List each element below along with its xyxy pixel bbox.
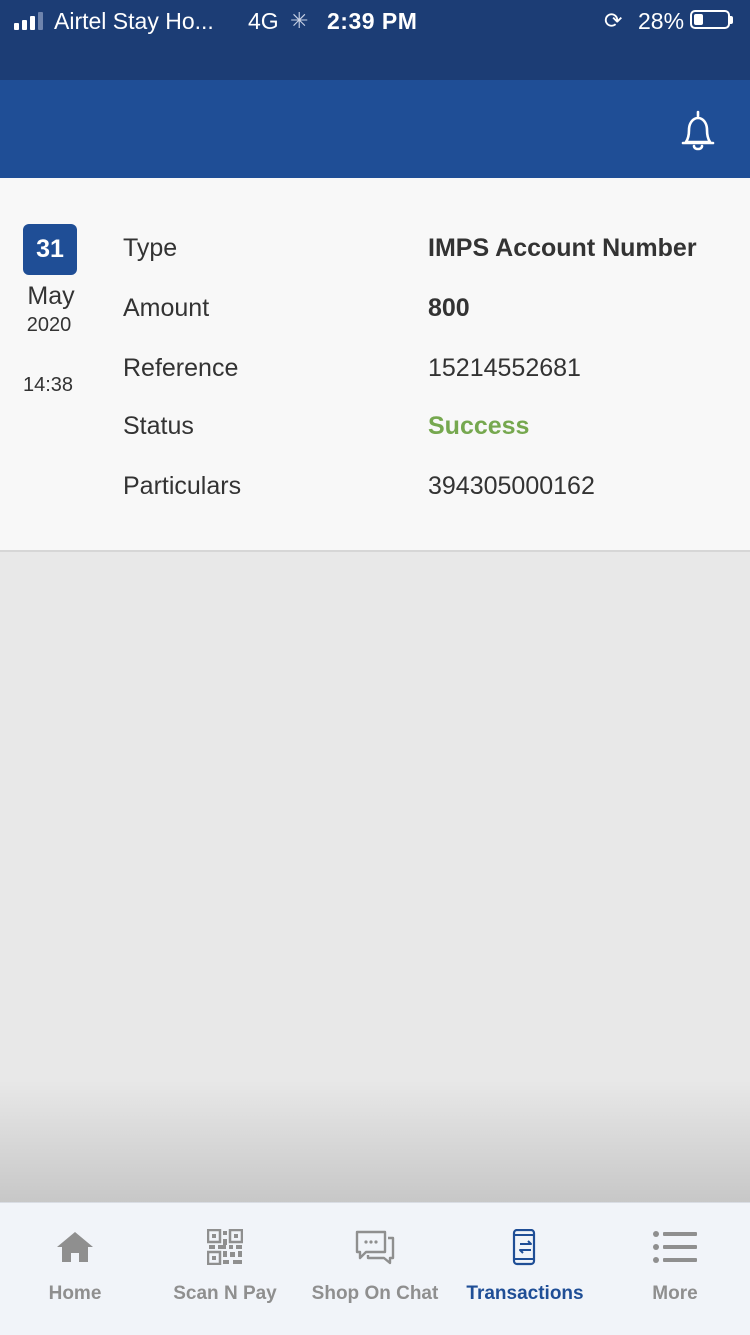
tab-transactions[interactable]: Transactions xyxy=(450,1203,600,1335)
transaction-time: 14:38 xyxy=(22,374,74,396)
particulars-label: Particulars xyxy=(123,472,242,500)
status-value: Success xyxy=(428,412,530,440)
date-day-badge: 31 xyxy=(23,224,77,275)
tab-more-label: More xyxy=(652,1283,698,1304)
particulars-value: 394305000162 xyxy=(428,472,595,500)
type-value: IMPS Account Number xyxy=(428,234,697,262)
tab-shop-on-chat[interactable]: Shop On Chat xyxy=(300,1203,450,1335)
notifications-button[interactable] xyxy=(672,108,724,156)
battery-fill xyxy=(694,14,703,25)
network-type: 4G xyxy=(248,8,279,34)
amount-label: Amount xyxy=(123,294,210,322)
tab-scan-n-pay[interactable]: Scan N Pay xyxy=(150,1203,300,1335)
tab-more[interactable]: More xyxy=(600,1203,750,1335)
date-year: 2020 xyxy=(26,314,72,336)
bell-icon xyxy=(681,110,715,151)
tab-transactions-label: Transactions xyxy=(466,1283,584,1304)
status-bar: Airtel Stay Ho... 4G ✳ 2:39 PM ⟳ 28% xyxy=(0,0,750,80)
bottom-tab-bar: Home Scan N Pay Shop On Chat Transaction… xyxy=(0,1202,750,1335)
list-icon xyxy=(653,1231,697,1263)
status-label: Status xyxy=(123,412,194,440)
chat-icon xyxy=(355,1230,395,1265)
date-month: May xyxy=(27,282,75,310)
reference-label: Reference xyxy=(123,354,239,382)
transactions-icon xyxy=(512,1229,536,1266)
tab-bar-shadow xyxy=(0,1080,750,1202)
tab-home[interactable]: Home xyxy=(0,1203,150,1335)
tab-scan-n-pay-label: Scan N Pay xyxy=(173,1283,277,1304)
carrier-name: Airtel Stay Ho... xyxy=(54,8,214,34)
type-label: Type xyxy=(123,234,178,262)
activity-spinner-icon: ✳ xyxy=(290,8,309,33)
transaction-card[interactable]: 31 May 2020 14:38 Type IMPS Account Numb… xyxy=(0,178,750,552)
signal-icon xyxy=(14,10,43,30)
qr-code-icon xyxy=(207,1229,243,1265)
amount-value: 800 xyxy=(428,294,470,322)
battery-icon xyxy=(690,10,733,29)
status-time: 2:39 PM xyxy=(327,8,418,34)
rotation-lock-icon: ⟳ xyxy=(604,8,623,33)
home-icon xyxy=(57,1232,93,1262)
app-header xyxy=(0,80,750,178)
tab-home-label: Home xyxy=(48,1283,102,1304)
reference-value: 15214552681 xyxy=(428,354,581,382)
battery-percent: 28% xyxy=(638,8,685,34)
tab-shop-on-chat-label: Shop On Chat xyxy=(311,1283,439,1304)
